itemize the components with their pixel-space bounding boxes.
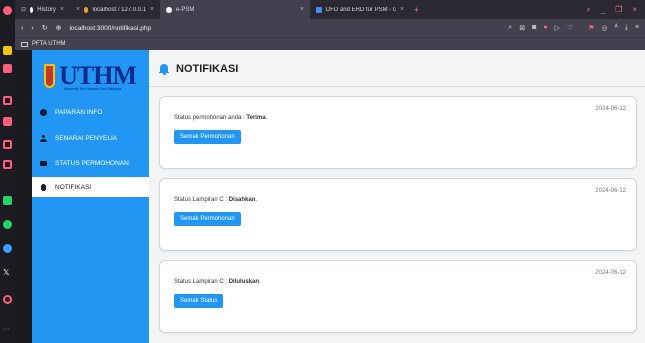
bookmark-icon[interactable]: [3, 46, 12, 55]
close-icon[interactable]: ×: [400, 6, 404, 13]
close-window-button[interactable]: ×: [632, 5, 637, 15]
screenshot-icon[interactable]: ⊠: [519, 24, 525, 32]
new-tab-button[interactable]: +: [410, 5, 419, 15]
logo-text: UTHM: [59, 61, 137, 90]
toolbar-icons: ⌕ ⊠ ◙ ● ▷ ♡ ⚑ ◎ ᴬ ⤓ ≡: [508, 24, 639, 32]
page: UTHM Universiti Tun Hussein Onn Malaysia…: [32, 50, 645, 343]
logo-subtitle: Universiti Tun Hussein Onn Malaysia: [64, 87, 122, 91]
sidebar-item-label: PAPARAN INFO: [55, 108, 103, 116]
tab-title: History: [37, 6, 56, 13]
download-icon[interactable]: ⤓: [625, 24, 628, 32]
forward-icon[interactable]: ›: [31, 25, 33, 32]
status-value: Diluluskan: [228, 279, 260, 285]
more-icon[interactable]: ···: [3, 326, 10, 333]
tab-localhost[interactable]: × localhost / 127.0.0.1 / epsm ×: [70, 0, 160, 19]
sidebar-item-label: STATUS PERMOHONAN: [55, 159, 129, 167]
divider: [149, 86, 645, 87]
browser-sidebar-rail: 𝕏 ···: [0, 0, 15, 343]
notification-date: 2024-06-12: [595, 188, 626, 194]
search-icon[interactable]: ⌕: [586, 5, 590, 15]
notification-card: 2024-06-12 Status Lampiran C : Disahkan.…: [159, 178, 637, 251]
address-bar[interactable]: localhost:3000/notifikasi.php: [69, 25, 151, 32]
user-icon: [40, 134, 47, 142]
page-title: NOTIFIKASI: [176, 63, 239, 75]
back-history-icon: ⊟: [21, 7, 27, 13]
folder-icon: [21, 41, 28, 47]
site-info-icon[interactable]: ⊕: [56, 24, 62, 32]
navigation-bar: ‹ › ↻ ⊕ localhost:3000/notifikasi.php ⌕ …: [15, 19, 645, 37]
pocket-icon[interactable]: [3, 64, 12, 73]
notes-icon[interactable]: [3, 160, 12, 169]
chat-icon[interactable]: [3, 140, 12, 149]
tab-title: localhost / 127.0.0.1 / epsm: [92, 6, 146, 13]
reload-icon[interactable]: ↻: [42, 24, 48, 32]
minimize-button[interactable]: _: [601, 5, 605, 15]
zoom-icon[interactable]: ⌕: [508, 24, 512, 32]
sidebar-item-notifikasi[interactable]: NOTIFIKASI: [32, 177, 149, 197]
sidebar-item-senarai-penyelia[interactable]: SENARAI PENYELIA: [32, 128, 149, 148]
shield-icon[interactable]: [3, 117, 12, 126]
record-icon[interactable]: [3, 295, 12, 304]
notification-message: Status Lampiran C : Diluluskan.: [174, 279, 261, 285]
tab-epsm[interactable]: e-PSM ×: [160, 0, 310, 19]
camera-icon[interactable]: ◙: [532, 24, 536, 32]
tab-strip: ⊟ History × × localhost / 127.0.0.1 / ep…: [15, 0, 645, 19]
semak-permohonan-button[interactable]: Semak Permohonan: [174, 212, 241, 226]
extension-icon[interactable]: [3, 6, 12, 15]
sidebar-item-label: NOTIFIKASI: [55, 183, 92, 191]
history-icon: [30, 6, 34, 13]
semak-status-button[interactable]: Semak Status: [174, 294, 224, 308]
bell-icon: [40, 183, 47, 191]
tab-dfd[interactable]: DFD and ERD for PSM - Go ×: [310, 0, 410, 19]
sidebar-item-status-permohonan[interactable]: STATUS PERMOHONAN: [32, 153, 149, 173]
screen-icon[interactable]: [3, 96, 12, 105]
notification-card: 2024-06-12 Status permohonan anda : Teri…: [159, 96, 637, 169]
uthm-crest-icon: [44, 64, 56, 88]
bell-icon: [159, 63, 169, 75]
browser-window: 𝕏 ··· ⊟ History × × localhost / 127.0.0.…: [0, 0, 645, 343]
menu-icon[interactable]: ≡: [635, 24, 639, 32]
close-icon[interactable]: ×: [60, 6, 64, 13]
tab-title: e-PSM: [176, 6, 195, 13]
notification-message: Status Lampiran C : Disahkan.: [174, 197, 258, 203]
status-value: Terima: [246, 115, 266, 121]
maximize-button[interactable]: ❐: [615, 5, 622, 15]
dashboard-icon: [40, 108, 47, 116]
vpn-icon[interactable]: ⚑: [580, 24, 594, 32]
inbox-icon: [40, 161, 47, 166]
logo: UTHM Universiti Tun Hussein Onn Malaysia: [44, 60, 137, 92]
docs-icon: [316, 6, 322, 13]
sidebar-item-label: SENARAI PENYELIA: [55, 134, 118, 142]
semak-permohonan-button[interactable]: Semak Permohonan: [174, 130, 241, 144]
whatsapp-icon[interactable]: [3, 196, 12, 205]
notification-message: Status permohonan anda : Terima.: [174, 115, 268, 121]
window-controls: ⌕ _ ❐ ×: [586, 5, 645, 15]
close-icon[interactable]: ×: [76, 6, 80, 13]
notification-date: 2024-06-12: [595, 270, 626, 276]
tab-title: DFD and ERD for PSM - Go: [325, 6, 396, 13]
sidebar: UTHM Universiti Tun Hussein Onn Malaysia…: [32, 50, 149, 343]
record-icon[interactable]: ●: [543, 24, 547, 32]
notification-card: 2024-06-12 Status Lampiran C : Diluluska…: [159, 260, 637, 333]
notification-date: 2024-06-12: [595, 106, 626, 112]
sidebar-item-paparan-info[interactable]: PAPARAN INFO: [32, 102, 149, 122]
close-icon[interactable]: ×: [300, 6, 304, 13]
heart-icon[interactable]: ♡: [567, 24, 573, 32]
back-icon[interactable]: ‹: [21, 25, 23, 32]
close-icon[interactable]: ×: [150, 6, 154, 13]
bookmarks-bar: PFTA UTHM: [15, 37, 645, 50]
x-icon[interactable]: 𝕏: [3, 268, 9, 277]
globe-icon: [166, 6, 172, 13]
profile-icon[interactable]: ᴬ: [615, 24, 618, 32]
bookmark-item[interactable]: PFTA UTHM: [32, 41, 66, 47]
tab-history[interactable]: ⊟ History ×: [15, 0, 70, 19]
play-icon[interactable]: ▷: [555, 24, 560, 32]
status-value: Disahkan: [228, 197, 256, 203]
extensions-icon[interactable]: ◎: [602, 24, 608, 32]
telegram-icon[interactable]: [3, 244, 12, 253]
chatgpt-icon[interactable]: [3, 220, 12, 229]
phpmyadmin-icon: [84, 6, 89, 13]
page-header: NOTIFIKASI: [159, 63, 238, 75]
